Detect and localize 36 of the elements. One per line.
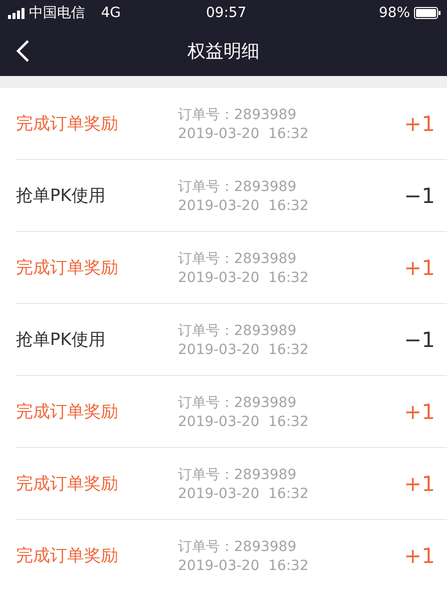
amount-change: +1 [404, 472, 435, 496]
record-label: 完成订单奖励 [16, 473, 119, 495]
order-number: 订单号：2893989 [178, 394, 298, 412]
back-icon[interactable] [16, 39, 30, 63]
amount-change: +1 [404, 256, 435, 280]
record-datetime: 2019-03-20 16:32 [178, 198, 310, 214]
order-number: 订单号：2893989 [178, 178, 298, 196]
amount-change: +1 [404, 544, 435, 568]
network-type: 4G [101, 5, 121, 21]
order-number: 订单号：2893989 [178, 106, 298, 124]
amount-change: −1 [404, 328, 435, 352]
order-number: 订单号：2893989 [178, 466, 298, 484]
record-datetime: 2019-03-20 16:32 [178, 270, 310, 286]
record-datetime: 2019-03-20 16:32 [178, 486, 310, 502]
record-datetime: 2019-03-20 16:32 [178, 126, 310, 142]
record-datetime: 2019-03-20 16:32 [178, 558, 310, 574]
record-label: 抢单PK使用 [16, 329, 106, 351]
order-number: 订单号：2893989 [178, 322, 298, 340]
signal-icon [8, 8, 25, 18]
page-title: 权益明细 [188, 40, 260, 63]
record-label: 完成订单奖励 [16, 401, 119, 423]
record-label: 完成订单奖励 [16, 257, 119, 279]
battery-icon [414, 7, 441, 19]
clock-time: 09:57 [206, 5, 246, 21]
record-label: 抢单PK使用 [16, 185, 106, 207]
amount-change: +1 [404, 112, 435, 136]
order-number: 订单号：2893989 [178, 538, 298, 556]
record-datetime: 2019-03-20 16:32 [178, 342, 310, 358]
record-label: 完成订单奖励 [16, 545, 119, 567]
record-label: 完成订单奖励 [16, 113, 119, 135]
record-datetime: 2019-03-20 16:32 [178, 414, 310, 430]
amount-change: +1 [404, 400, 435, 424]
carrier-name: 中国电信 [29, 4, 85, 22]
battery-percent: 98% [378, 5, 410, 21]
order-number: 订单号：2893989 [178, 250, 298, 268]
amount-change: −1 [404, 184, 435, 208]
